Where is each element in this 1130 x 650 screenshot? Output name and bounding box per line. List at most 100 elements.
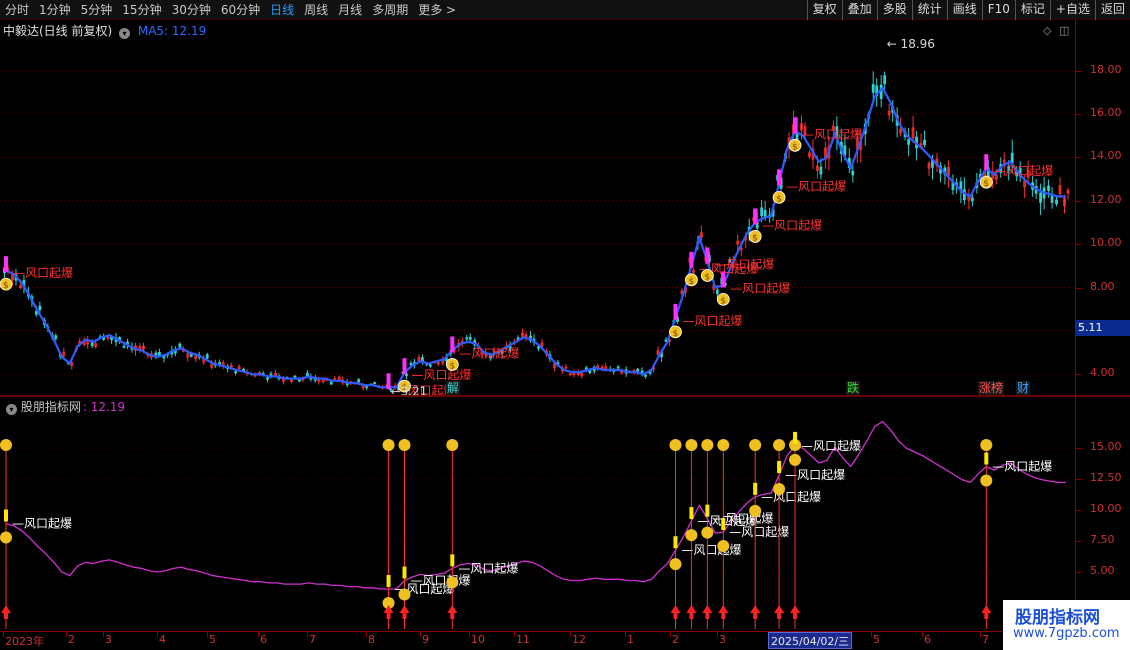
money-bag-icon	[0, 531, 12, 544]
money-bag-icon	[749, 504, 762, 517]
period-tab-10[interactable]: 更多 >	[413, 0, 461, 20]
date-tick	[871, 632, 872, 637]
candle-body	[365, 386, 369, 388]
date-label: 5	[873, 633, 880, 646]
money-bag-icon	[669, 558, 682, 571]
period-tab-7[interactable]: 周线	[299, 0, 333, 20]
up-arrow-icon	[790, 605, 801, 619]
date-tick	[922, 632, 923, 637]
money-bag-icon	[717, 539, 730, 552]
price-tick-mark	[1076, 287, 1081, 289]
date-tick	[258, 632, 259, 637]
indicator-settings-icon[interactable]: ▾	[6, 404, 17, 415]
signal-label: —风口起爆	[762, 218, 822, 232]
price-tick-label: 16.00	[1090, 105, 1122, 119]
price-tick-mark	[1076, 200, 1081, 202]
settings-circle-icon[interactable]: ▾	[119, 28, 131, 39]
toolbar-button-0[interactable]: 复权	[806, 0, 842, 20]
toolbar-button-5[interactable]: F10	[981, 0, 1015, 20]
money-bag-glyph: $	[449, 361, 455, 371]
up-arrow-icon	[447, 605, 458, 619]
diamond-icon[interactable]: ◇	[1043, 24, 1051, 37]
up-arrow-icon	[981, 605, 992, 619]
toolbar-button-6[interactable]: 标记	[1014, 0, 1050, 20]
expand-icon[interactable]: ◫	[1059, 24, 1069, 37]
toolbar-button-3[interactable]: 统计	[911, 0, 947, 20]
signal-bar	[4, 509, 8, 522]
period-tab-0[interactable]: 分时	[0, 0, 34, 20]
toolbar-button-8[interactable]: 返回	[1094, 0, 1130, 20]
up-arrow-icon	[750, 605, 761, 619]
date-label: 7	[309, 633, 316, 646]
candle-body	[1047, 185, 1050, 191]
candle-body	[297, 379, 301, 382]
signal-label: —风口起爆	[714, 257, 774, 271]
price-tick-label: 8.00	[1090, 279, 1115, 293]
indicator-tick-mark	[1076, 572, 1081, 574]
candle-body	[305, 372, 309, 377]
money-bag-icon	[773, 482, 786, 495]
price-tick-mark	[1076, 113, 1081, 115]
date-axis: 2025/04/02/三 2023年234567891011121235678	[0, 631, 1075, 650]
money-bag-glyph: $	[983, 179, 989, 189]
toolbar-button-2[interactable]: 多股	[876, 0, 912, 20]
date-label: 8	[368, 633, 375, 646]
period-tab-2[interactable]: 5分钟	[76, 0, 118, 20]
signal-bar	[777, 460, 782, 473]
period-tab-6[interactable]: 日线	[265, 0, 299, 20]
candle-body	[636, 368, 640, 372]
date-tick	[980, 632, 981, 637]
period-tab-9[interactable]: 多周期	[367, 0, 413, 20]
date-label: 3	[719, 633, 726, 646]
price-tick-label: 10.00	[1090, 236, 1122, 250]
date-tick	[420, 632, 421, 637]
signal-label: —风口起爆	[411, 368, 471, 382]
period-tab-5[interactable]: 60分钟	[216, 0, 265, 20]
date-label: 2	[672, 633, 679, 646]
money-bag-icon	[789, 453, 802, 466]
date-label: 1	[627, 633, 634, 646]
date-tick	[570, 632, 571, 637]
money-bag-glyph: $	[720, 296, 726, 306]
date-tick	[157, 632, 158, 637]
money-bag-glyph: $	[3, 281, 9, 291]
date-tick	[103, 632, 104, 637]
price-chart[interactable]: $—风口起爆$—风口起爆$—风口起爆$—风口起爆$—风口起爆$—风口起爆$—风口…	[0, 20, 1075, 396]
date-label: 4	[159, 633, 166, 646]
candle-body	[205, 354, 209, 359]
signal-label: —风口起爆	[682, 314, 742, 328]
stock-title: 中毅达(日线 前复权)	[3, 24, 113, 38]
indicator-tick-label: 10.00	[1090, 502, 1122, 516]
date-tick	[717, 632, 718, 637]
candle-body	[468, 336, 472, 340]
money-bag-icon	[0, 439, 12, 451]
period-tab-3[interactable]: 15分钟	[117, 0, 166, 20]
signal-bar	[689, 507, 694, 520]
signal-bar	[984, 452, 989, 465]
candle-body	[1050, 195, 1054, 203]
price-tick-label: 14.00	[1090, 149, 1122, 163]
signal-label: —风口起爆	[730, 281, 790, 295]
period-tab-4[interactable]: 30分钟	[167, 0, 216, 20]
indicator-axis: 15.00 12.50 10.00 7.50 5.00	[1076, 397, 1130, 630]
money-bag-icon	[701, 439, 714, 451]
period-tab-1[interactable]: 1分钟	[34, 0, 76, 20]
indicator-chart[interactable]: —风口起爆—风口起爆—风口起爆—风口起爆—风口起爆—风口起爆—风口起爆—风口起爆…	[0, 397, 1075, 631]
signal-bar	[753, 482, 758, 495]
money-bag-icon	[398, 588, 411, 601]
period-tab-8[interactable]: 月线	[333, 0, 367, 20]
ma5-label: MA5: 12.19	[137, 24, 207, 38]
date-tick	[366, 632, 367, 637]
candle-body	[329, 381, 333, 385]
signal-bar	[777, 169, 782, 186]
toolbar-button-4[interactable]: 画线	[946, 0, 982, 20]
date-label: 3	[105, 633, 112, 646]
toolbar-button-7[interactable]: +自选	[1049, 0, 1095, 20]
date-cursor: 2025/04/02/三	[768, 632, 853, 649]
signal-label: —风口起爆	[786, 179, 846, 193]
candle-body	[122, 345, 126, 348]
indicator-signal-label: —风口起爆	[785, 468, 845, 482]
toolbar-button-1[interactable]: 叠加	[841, 0, 877, 20]
date-label: 12	[572, 633, 586, 646]
candle-body	[851, 170, 855, 176]
